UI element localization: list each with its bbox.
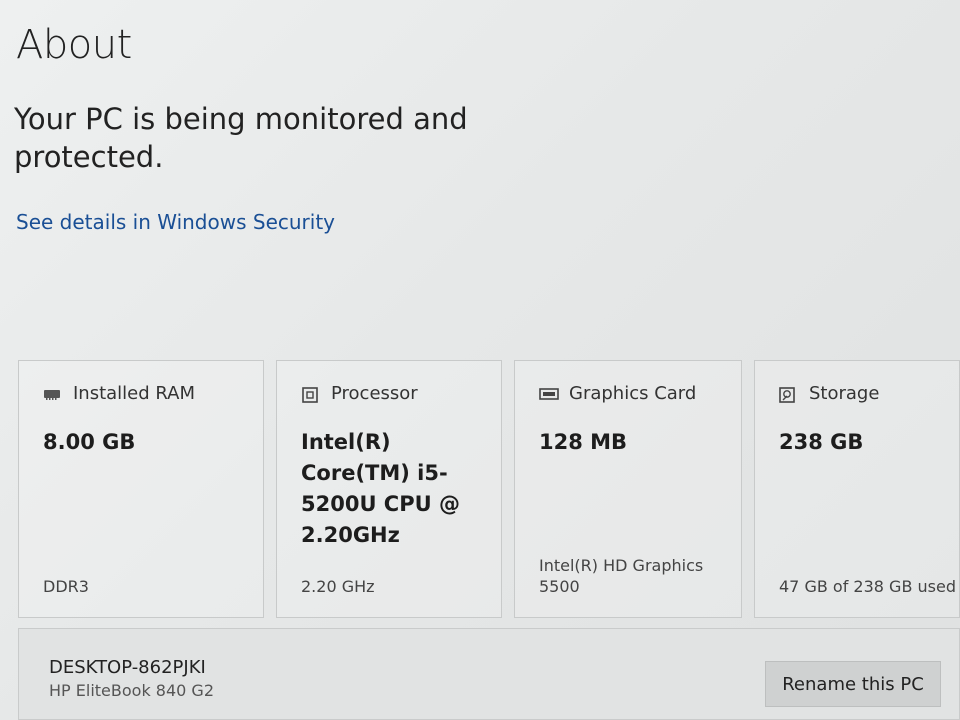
spec-card-storage: Storage 238 GB 47 GB of 238 GB used (754, 360, 960, 618)
spec-card-header: Graphics Card (539, 383, 696, 404)
spec-label: Storage (809, 383, 880, 404)
spec-cards: Installed RAM 8.00 GB DDR3 Processor Int… (18, 360, 960, 622)
security-status-message: Your PC is being monitored and protected… (14, 102, 468, 174)
spec-detail: 2.20 GHz (301, 577, 375, 596)
spec-value: Intel(R) Core(TM) i5-5200U CPU @ 2.20GHz (301, 430, 460, 547)
spec-detail: Intel(R) HD Graphics 5500 (539, 556, 704, 596)
rename-pc-button[interactable]: Rename this PC (765, 661, 941, 707)
spec-label: Installed RAM (73, 383, 196, 404)
storage-icon (779, 386, 797, 403)
memory-icon (43, 387, 61, 401)
graphics-card-icon (539, 387, 559, 401)
spec-card-processor: Processor Intel(R) Core(TM) i5-5200U CPU… (276, 360, 502, 618)
processor-icon (301, 386, 319, 403)
spec-detail: DDR3 (43, 577, 89, 596)
spec-card-ram: Installed RAM 8.00 GB DDR3 (18, 360, 264, 618)
device-model: HP EliteBook 840 G2 (49, 681, 214, 700)
page-title: About (16, 22, 132, 68)
spec-value: 238 GB (779, 430, 864, 454)
device-name: DESKTOP-862PJKI (49, 657, 206, 678)
spec-value: 128 MB (539, 430, 628, 454)
spec-card-header: Processor (301, 383, 418, 404)
spec-detail: 47 GB of 238 GB used (779, 577, 956, 596)
spec-card-header: Installed RAM (43, 383, 195, 404)
spec-card-header: Storage (779, 383, 879, 404)
spec-label: Graphics Card (569, 383, 697, 404)
spec-value: 8.00 GB (43, 430, 136, 454)
spec-card-graphics: Graphics Card 128 MB Intel(R) HD Graphic… (514, 360, 742, 618)
device-info-bar: DESKTOP-862PJKI HP EliteBook 840 G2 Rena… (18, 628, 960, 720)
windows-security-link[interactable]: See details in Windows Security (16, 210, 335, 234)
spec-label: Processor (331, 383, 418, 404)
